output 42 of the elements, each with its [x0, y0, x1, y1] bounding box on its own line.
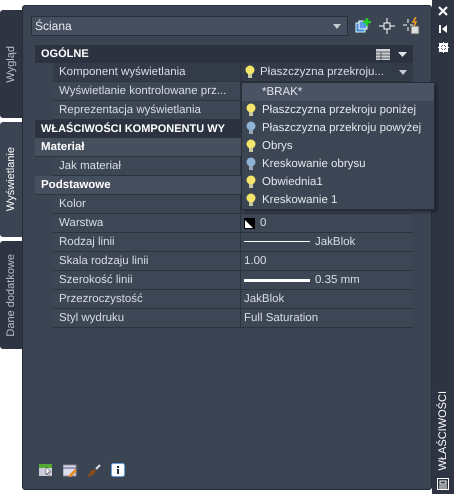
dropdown-option[interactable]: Płaszczyzna przekroju poniżej: [242, 101, 434, 119]
property-value: 0.35 mm: [315, 274, 360, 286]
lightbulb-icon: [245, 65, 255, 79]
side-tab[interactable]: Wyświetlanie: [0, 122, 22, 237]
properties-icon[interactable]: [437, 478, 449, 490]
dropdown-option[interactable]: *BRAK*: [242, 83, 434, 101]
info-icon[interactable]: [111, 463, 125, 477]
lightbulb-icon: [246, 103, 256, 117]
edit-table-icon[interactable]: [63, 464, 77, 476]
lightbulb-icon: [246, 139, 256, 153]
dim-lightbulb-icon: [246, 121, 256, 135]
brush-icon[interactable]: [87, 464, 101, 476]
dropdown-option[interactable]: Kreskowanie obrysu: [242, 155, 434, 173]
caret-icon: [333, 24, 341, 28]
property-value: 0: [260, 217, 266, 229]
caret-icon: [399, 70, 407, 74]
side-tab[interactable]: Wygląd: [0, 10, 22, 118]
object-type-dropdown[interactable]: Ściana: [31, 16, 348, 36]
property-label[interactable]: Komponent wyświetlania: [53, 63, 241, 81]
property-value: JakBlok: [244, 293, 284, 305]
select-objects-icon[interactable]: [378, 17, 396, 35]
lineweight-sample: [244, 278, 310, 282]
property-value: 1.00: [244, 255, 266, 267]
property-value: JakBlok: [315, 236, 356, 248]
close-icon[interactable]: [438, 6, 448, 16]
side-tab[interactable]: Dane dodatkowe: [0, 241, 22, 349]
property-value: Full Saturation: [244, 312, 318, 324]
add-selection-icon[interactable]: [354, 17, 372, 35]
display-component-dropdown[interactable]: Płaszczyzna przekroju...: [241, 63, 413, 81]
section-header[interactable]: OGÓLNE: [35, 45, 413, 63]
lightbulb-icon: [246, 175, 256, 189]
dim-lightbulb-icon: [246, 157, 256, 171]
auto-hide-icon[interactable]: [438, 24, 448, 34]
lightbulb-icon: [246, 193, 256, 207]
layer-icon: [244, 218, 255, 228]
settings-icon[interactable]: [438, 42, 448, 53]
caret-icon[interactable]: [398, 52, 407, 56]
quick-select-icon[interactable]: [402, 17, 420, 35]
linetype-sample: [244, 241, 310, 243]
select-cursor-icon[interactable]: [39, 464, 53, 476]
palette-title: WŁAŚCIWOŚCI: [437, 390, 449, 470]
table-icon[interactable]: [376, 48, 390, 60]
